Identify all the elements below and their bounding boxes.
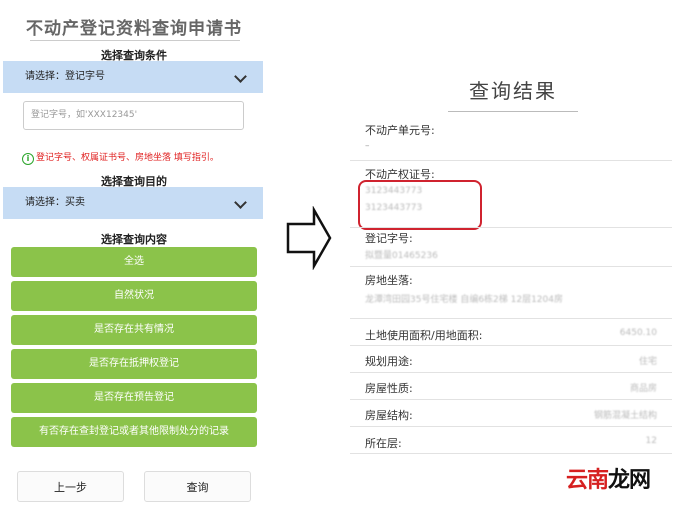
site-watermark: 云南龙网 <box>565 462 651 494</box>
purpose-select[interactable]: 请选择：买卖 <box>3 187 263 219</box>
info-icon: i <box>22 153 34 165</box>
divider <box>350 227 672 228</box>
divider <box>350 318 672 319</box>
fill-guide-hint[interactable]: i 登记字号、权属证书号、房地坐落 填写指引。 <box>22 150 262 165</box>
condition-select-value: 请选择：登记字号 <box>25 71 105 82</box>
divider <box>350 160 672 161</box>
divider <box>350 266 672 267</box>
natural-status-button[interactable]: 自然状况 <box>11 281 257 311</box>
result-title: 查询结果 <box>469 79 557 103</box>
query-form-panel: 不动产登记资料查询申请书 选择查询条件 请选择：登记字号 登记字号，如'XXX1… <box>0 0 268 505</box>
address-value: 龙潭湾田园35号住宅楼 自编6栋2梯 12层1204房 <box>365 295 563 305</box>
chevron-down-icon <box>234 70 247 83</box>
planned-use-label: 规划用途: <box>365 355 413 368</box>
hint-text: 登记字号、权属证书号、房地坐落 填写指引。 <box>36 153 219 163</box>
unit-no-label: 不动产单元号: <box>365 124 435 137</box>
planned-use-value: 住宅 <box>638 357 657 367</box>
house-nature-value: 商品房 <box>629 384 657 394</box>
title-divider <box>30 40 240 41</box>
select-all-button[interactable]: 全选 <box>11 247 257 277</box>
land-area-value: 6450.10 <box>619 328 657 338</box>
divider <box>350 453 672 454</box>
watermark-part2: 龙网 <box>607 467 651 493</box>
unit-no-value: – <box>365 141 370 151</box>
highlight-box <box>358 180 482 230</box>
prev-step-button[interactable]: 上一步 <box>17 471 124 502</box>
watermark-part1: 云南 <box>565 467 609 493</box>
purpose-select-value: 请选择：买卖 <box>25 197 85 208</box>
result-title-divider <box>448 111 578 112</box>
divider <box>350 345 672 346</box>
query-result-panel: 查询结果 不动产单元号: – 不动产权证号: 3123443773 312344… <box>350 0 680 505</box>
mortgage-registration-button[interactable]: 是否存在抵押权登记 <box>11 349 257 379</box>
advance-registration-button[interactable]: 是否存在预告登记 <box>11 383 257 413</box>
registration-no-value: 拟暨量01465236 <box>365 251 438 261</box>
registration-no-label: 登记字号: <box>365 232 413 245</box>
address-label: 房地坐落: <box>365 274 413 287</box>
form-title: 不动产登记资料查询申请书 <box>26 19 242 39</box>
seizure-record-button[interactable]: 有否存在查封登记或者其他限制处分的记录 <box>11 417 257 447</box>
house-nature-label: 房屋性质: <box>365 382 413 395</box>
co-ownership-button[interactable]: 是否存在共有情况 <box>11 315 257 345</box>
floor-label: 所在层: <box>365 437 402 450</box>
divider <box>350 399 672 400</box>
divider <box>350 426 672 427</box>
land-area-label: 土地使用面积/用地面积: <box>365 329 483 342</box>
query-button[interactable]: 查询 <box>144 471 251 502</box>
floor-value: 12 <box>645 436 657 446</box>
content-section-label: 选择查询内容 <box>101 233 167 246</box>
arrow-right-icon <box>286 206 332 270</box>
house-structure-value: 钢筋混凝土结构 <box>593 411 657 421</box>
condition-select[interactable]: 请选择：登记字号 <box>3 61 263 93</box>
divider <box>350 372 672 373</box>
chevron-down-icon <box>234 196 247 209</box>
house-structure-label: 房屋结构: <box>365 409 413 422</box>
registration-no-input[interactable]: 登记字号，如'XXX12345' <box>23 101 244 130</box>
